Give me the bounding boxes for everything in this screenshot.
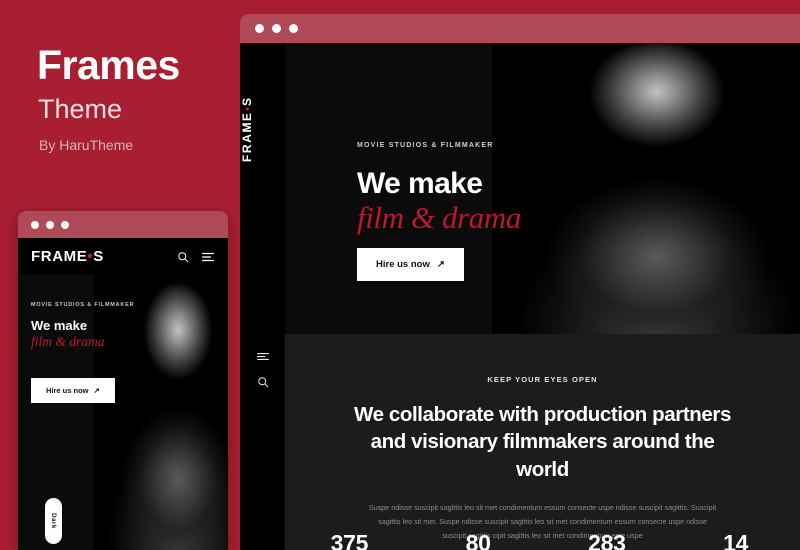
window-dot-minimize[interactable] — [46, 220, 54, 229]
window-dot-maximize[interactable] — [61, 220, 69, 229]
mobile-navbar: FRAME•S — [18, 238, 228, 275]
search-icon[interactable] — [257, 376, 269, 388]
sidebar-icons — [240, 351, 285, 388]
stat-item: 375 Satisfied clients — [285, 530, 414, 550]
stat-value: 80 — [465, 530, 491, 550]
cta-label: Hire us now — [376, 259, 430, 270]
mobile-site-logo[interactable]: FRAME•S — [31, 248, 104, 265]
logo-bullet-icon: • — [240, 105, 254, 112]
browser-window: FRAME • S MOVIE STUDIOS & FILMMAKER We m… — [240, 14, 800, 550]
mobile-hero-text: MOVIE STUDIOS & FILMMAKER We make film &… — [31, 302, 134, 349]
stat-value: 283 — [588, 530, 626, 550]
window-dot-close[interactable] — [255, 24, 264, 33]
stat-item: 14 Awards — [671, 530, 800, 550]
mobile-logo-suffix: S — [93, 248, 104, 265]
promo-author: By HaruTheme — [39, 137, 134, 153]
logo-prefix: FRAME — [240, 111, 254, 162]
mobile-navbar-icons — [177, 251, 215, 263]
hero-eyebrow: MOVIE STUDIOS & FILMMAKER — [357, 142, 494, 149]
mobile-hero-heading-line1: We make — [31, 318, 88, 333]
mobile-hire-us-now-button[interactable]: Hire us now ↗ — [31, 378, 115, 403]
hamburger-menu-icon[interactable] — [201, 251, 215, 263]
stat-value: 375 — [330, 530, 369, 550]
stat-item: 283 Cups of Coffee — [543, 530, 672, 550]
arrow-up-right-icon: ↗ — [93, 386, 100, 395]
search-icon[interactable] — [177, 251, 189, 263]
hero-portrait-photo — [492, 43, 800, 334]
mobile-mockup-titlebar — [18, 211, 228, 238]
browser-titlebar — [240, 14, 800, 43]
stats-row: 375 Satisfied clients 80 Projects 283 Cu… — [285, 530, 800, 550]
mobile-hero-heading-line2: film & drama — [31, 333, 105, 349]
dark-mode-toggle-tab[interactable]: Dark — [45, 498, 62, 544]
stat-value: 14 — [723, 530, 749, 550]
logo-suffix: S — [240, 95, 254, 106]
mobile-logo-prefix: FRAME — [31, 248, 88, 265]
collaborate-section: KEEP YOUR EYES OPEN We collaborate with … — [285, 334, 800, 550]
hero-text: MOVIE STUDIOS & FILMMAKER We make film &… — [357, 142, 521, 236]
dark-mode-label: Dark — [50, 513, 57, 529]
promo-subtitle: Theme — [38, 94, 123, 124]
hire-us-now-button[interactable]: Hire us now ↗ — [357, 248, 464, 281]
window-dot-close[interactable] — [31, 220, 39, 229]
stat-item: 80 Projects — [414, 530, 543, 550]
hero-heading-line2: film & drama — [357, 200, 521, 236]
section-eyebrow: KEEP YOUR EYES OPEN — [487, 375, 598, 384]
mobile-cta-label: Hire us now — [46, 386, 89, 395]
promo-title: Frames — [37, 42, 180, 88]
window-dot-minimize[interactable] — [272, 24, 281, 33]
hero-section: MOVIE STUDIOS & FILMMAKER We make film &… — [285, 43, 800, 334]
arrow-up-right-icon: ↗ — [436, 259, 445, 270]
site-logo[interactable]: FRAME • S — [240, 76, 285, 162]
hero-heading-line1: We make — [357, 167, 483, 200]
section-heading: We collaborate with production partners … — [354, 403, 731, 481]
browser-viewport: FRAME • S MOVIE STUDIOS & FILMMAKER We m… — [240, 43, 800, 550]
mobile-hero-eyebrow: MOVIE STUDIOS & FILMMAKER — [31, 302, 135, 308]
hamburger-menu-icon[interactable] — [256, 351, 270, 362]
site-sidebar: FRAME • S — [240, 43, 285, 550]
window-dot-maximize[interactable] — [289, 24, 298, 33]
